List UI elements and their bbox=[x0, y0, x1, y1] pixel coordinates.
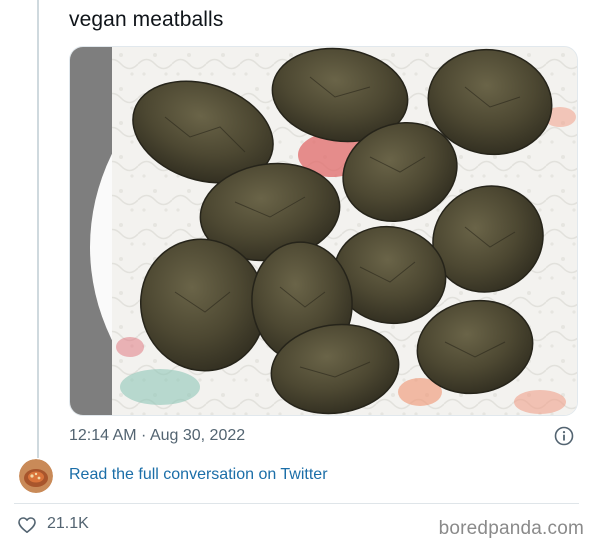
tweet-text: vegan meatballs bbox=[69, 8, 224, 31]
read-conversation-link[interactable]: Read the full conversation on Twitter bbox=[69, 466, 328, 484]
meatballs-photo bbox=[70, 47, 577, 415]
avatar-image bbox=[19, 459, 53, 493]
tweet-photo[interactable] bbox=[69, 46, 578, 416]
tweet-timestamp[interactable]: 12:14 AM · Aug 30, 2022 bbox=[69, 427, 245, 445]
watermark: boredpanda.com bbox=[438, 518, 584, 539]
tweet-card: vegan meatballs 12:14 AM · Aug 30, 2022 … bbox=[0, 0, 600, 552]
heart-icon[interactable] bbox=[17, 515, 37, 535]
thread-line bbox=[37, 0, 39, 458]
info-icon[interactable] bbox=[554, 426, 574, 446]
avatar[interactable] bbox=[19, 459, 53, 493]
divider bbox=[14, 503, 579, 504]
like-count[interactable]: 21.1K bbox=[47, 515, 89, 533]
